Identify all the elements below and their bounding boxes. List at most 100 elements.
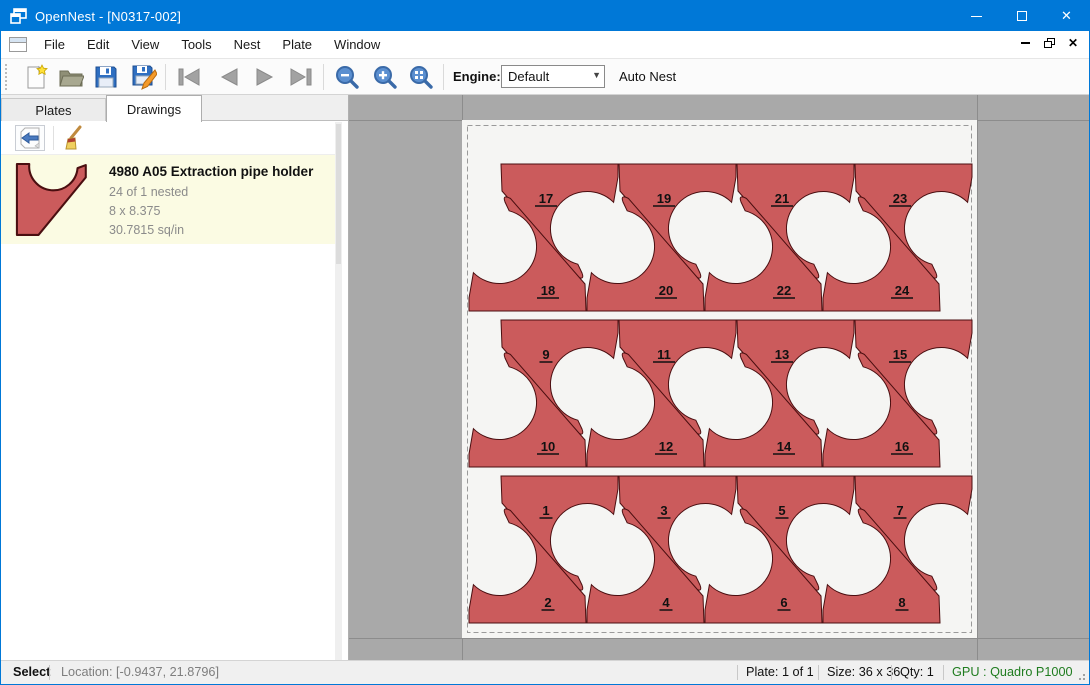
- part-number: 12: [659, 439, 673, 454]
- part-number: 21: [775, 191, 789, 206]
- titlebar: OpenNest - [N0317-002] ✕: [1, 1, 1089, 31]
- part-number: 11: [657, 347, 671, 362]
- previous-plate-icon: [217, 66, 241, 88]
- previous-plate-button[interactable]: [213, 62, 245, 92]
- next-plate-icon: [253, 66, 277, 88]
- clear-broom-icon: [60, 125, 84, 151]
- drawings-panel: Plates Drawings: [1, 95, 349, 660]
- zoom-in-icon: [372, 64, 398, 90]
- new-file-button[interactable]: [21, 62, 53, 92]
- nest-canvas[interactable]: 171819202122232491011121314151612345678: [349, 95, 1089, 660]
- zoom-fit-icon: [408, 64, 434, 90]
- part-number: 22: [777, 283, 791, 298]
- first-plate-button[interactable]: [173, 62, 205, 92]
- drawing-list-item[interactable]: 4980 A05 Extraction pipe holder 24 of 1 …: [1, 154, 342, 244]
- drawing-area: 30.7815 sq/in: [109, 221, 313, 240]
- menu-bar: FileEditViewToolsNestPlateWindow: [1, 31, 1089, 59]
- zoom-out-button[interactable]: [331, 62, 363, 92]
- menu-items: FileEditViewToolsNestPlateWindow: [33, 32, 391, 57]
- panel-scrollbar[interactable]: [335, 122, 342, 660]
- status-bar: Select Location: [-0.9437, 21.8796] Plat…: [1, 660, 1089, 684]
- part-number: 6: [780, 595, 787, 610]
- part-number: 2: [544, 595, 551, 610]
- status-plate: Plate: 1 of 1: [746, 665, 814, 679]
- engine-value: Default: [508, 69, 549, 84]
- mdi-restore-button[interactable]: [1037, 33, 1061, 53]
- new-file-icon: [25, 64, 49, 90]
- part-number: 23: [893, 191, 907, 206]
- document-window-icon[interactable]: [9, 37, 27, 52]
- part-number: 20: [659, 283, 673, 298]
- save-as-button[interactable]: [128, 62, 160, 92]
- open-file-button[interactable]: [55, 62, 87, 92]
- panel-toolbar: [1, 122, 348, 153]
- plate-guide-right: [977, 95, 978, 660]
- maximize-button[interactable]: [999, 1, 1044, 31]
- tab-drawings[interactable]: Drawings: [106, 95, 202, 122]
- mdi-window-controls: ✕: [1013, 33, 1085, 53]
- part-number: 8: [898, 595, 905, 610]
- minimize-button[interactable]: [954, 1, 999, 31]
- last-plate-button[interactable]: [285, 62, 317, 92]
- save-icon: [94, 65, 118, 89]
- plate-guide-bottom: [349, 638, 1089, 639]
- chevron-down-icon: ▼: [592, 70, 601, 80]
- app-icon: [10, 8, 27, 24]
- resize-grip[interactable]: [1076, 671, 1086, 681]
- part-number: 7: [896, 503, 903, 518]
- save-as-icon: [131, 64, 157, 90]
- menu-item-file[interactable]: File: [33, 32, 76, 57]
- status-mode: Select: [13, 665, 50, 679]
- status-gpu: GPU : Quadro P1000: [952, 665, 1073, 679]
- toolbar-grip[interactable]: [5, 64, 7, 90]
- next-plate-button[interactable]: [249, 62, 281, 92]
- engine-dropdown[interactable]: Default ▼: [501, 65, 605, 88]
- part-number: 17: [539, 191, 553, 206]
- mdi-close-button[interactable]: ✕: [1061, 33, 1085, 53]
- window-title: OpenNest - [N0317-002]: [35, 9, 181, 24]
- part-number: 13: [775, 347, 789, 362]
- part-number: 4: [662, 595, 670, 610]
- part-number: 1: [542, 503, 549, 518]
- part-number: 10: [541, 439, 555, 454]
- tab-plates[interactable]: Plates: [1, 98, 106, 121]
- save-button[interactable]: [90, 62, 122, 92]
- menu-item-window[interactable]: Window: [323, 32, 391, 57]
- status-qty: Qty: 1: [900, 665, 934, 679]
- menu-item-view[interactable]: View: [120, 32, 170, 57]
- mdi-minimize-button[interactable]: [1013, 33, 1037, 53]
- last-plate-icon: [288, 66, 314, 88]
- menu-item-tools[interactable]: Tools: [170, 32, 222, 57]
- zoom-out-icon: [334, 64, 360, 90]
- app-window: OpenNest - [N0317-002] ✕ FileEditViewToo…: [0, 0, 1090, 685]
- menu-item-edit[interactable]: Edit: [76, 32, 120, 57]
- tab-strip: Plates Drawings: [1, 95, 348, 121]
- close-button[interactable]: ✕: [1044, 1, 1089, 31]
- part-number: 16: [895, 439, 909, 454]
- auto-nest-button[interactable]: Auto Nest: [619, 69, 676, 84]
- panel-scrollbar-thumb[interactable]: [336, 124, 341, 264]
- zoom-in-button[interactable]: [369, 62, 401, 92]
- drawing-title: 4980 A05 Extraction pipe holder: [109, 164, 313, 179]
- drawing-nested-count: 24 of 1 nested: [109, 183, 313, 202]
- engine-label: Engine:: [453, 69, 501, 84]
- part-number: 3: [660, 503, 667, 518]
- part-number: 9: [542, 347, 549, 362]
- status-size: Size: 36 x 36: [827, 665, 900, 679]
- part-number: 14: [777, 439, 792, 454]
- clear-button[interactable]: [57, 125, 87, 151]
- part-number: 15: [893, 347, 907, 362]
- back-arrow-button[interactable]: [15, 125, 45, 151]
- open-folder-icon: [58, 65, 84, 89]
- nest-svg[interactable]: 171819202122232491011121314151612345678: [462, 120, 977, 638]
- part-number: 5: [778, 503, 785, 518]
- first-plate-icon: [176, 66, 202, 88]
- back-arrow-icon: [17, 126, 43, 150]
- part-number: 24: [895, 283, 910, 298]
- status-location: Location: [-0.9437, 21.8796]: [61, 665, 219, 679]
- menu-item-nest[interactable]: Nest: [223, 32, 272, 57]
- part-number: 18: [541, 283, 555, 298]
- zoom-fit-button[interactable]: [405, 62, 437, 92]
- part-thumbnail: [15, 163, 99, 237]
- menu-item-plate[interactable]: Plate: [271, 32, 323, 57]
